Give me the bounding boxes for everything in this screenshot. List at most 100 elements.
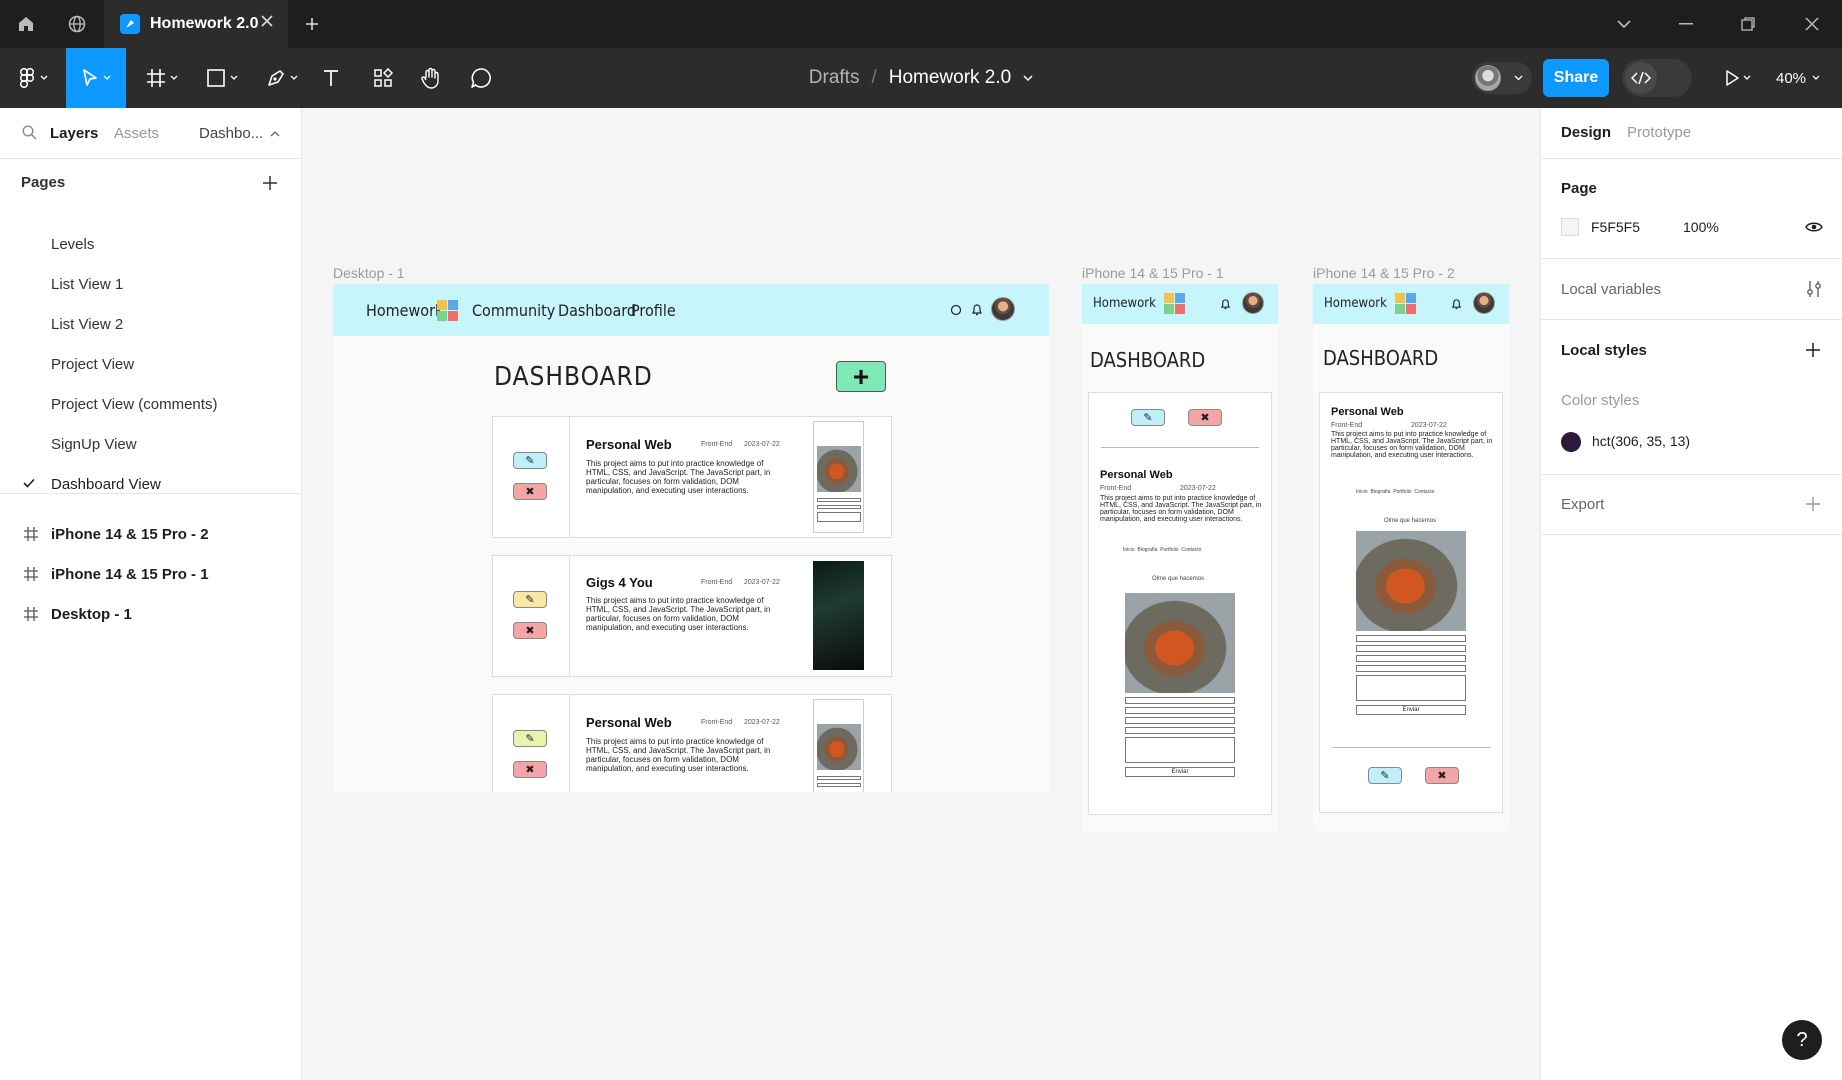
globe-icon[interactable] [53,0,101,48]
color-style-swatch[interactable] [1561,432,1581,452]
pages-title: Pages [21,174,66,191]
page-item-dashboard-view[interactable]: Dashboard View [0,464,301,504]
iphone-2-frame[interactable]: Homework DASHBOARD Personal Web Front-En… [1313,284,1509,831]
shape-tool-button[interactable] [198,48,246,108]
pen-tool-button[interactable] [258,48,306,108]
text-tool-button[interactable] [314,48,348,108]
tab-bar: Homework 2.0 [0,0,1842,48]
tab-layers[interactable]: Layers [50,108,98,158]
restore-icon[interactable] [1724,0,1772,48]
chevron-up-icon[interactable] [270,130,280,137]
close-window-icon[interactable] [1788,0,1836,48]
preview-nav: Inicio Biografía Portfolio Contacto [1123,547,1202,553]
puzzle-logo-icon [1395,293,1416,314]
frame-label-desktop[interactable]: Desktop - 1 [333,265,405,281]
card-actions: ✎ ✖ [493,695,570,792]
hand-tool-button[interactable] [414,48,448,108]
move-tool-button[interactable] [66,48,126,108]
desktop-frame[interactable]: Homework Community Dashboard Profile DAS… [333,284,1049,792]
card-category: Front-End [1331,422,1363,429]
page-opacity-value[interactable]: 100% [1683,219,1719,235]
layer-iphone-1[interactable]: iPhone 14 & 15 Pro - 1 [0,554,301,594]
comment-tool-button[interactable] [464,48,498,108]
components-icon [374,68,393,87]
add-page-icon[interactable] [262,175,278,191]
present-button[interactable] [1718,48,1758,108]
page-item-label: Project View (comments) [51,395,218,413]
main-menu-button[interactable] [12,48,54,108]
page-switcher[interactable]: Dashbo... [199,108,263,158]
eye-icon[interactable] [1805,221,1823,233]
page-item-list-view-1[interactable]: List View 1 [0,264,301,304]
tab-design[interactable]: Design [1561,124,1611,141]
text-icon [324,70,338,86]
card-date: 2023-07-22 [1180,485,1216,492]
file-tab[interactable]: Homework 2.0 [104,0,288,48]
chevron-down-icon[interactable] [1023,74,1033,82]
page-color-value[interactable]: F5F5F5 [1591,219,1640,235]
checkmark-icon [23,478,35,488]
bell-icon [1451,299,1462,310]
file-tab-label: Homework 2.0 [150,15,259,32]
page-item-levels[interactable]: Levels [0,224,301,264]
local-styles-title: Local styles [1561,342,1647,359]
layer-desktop-1[interactable]: Desktop - 1 [0,594,301,634]
add-export-icon[interactable] [1805,496,1821,512]
card-date: 2023-07-22 [1411,422,1447,429]
tab-assets[interactable]: Assets [114,108,159,158]
chevron-down-icon [1743,75,1751,80]
nav-brand: Homework [1324,296,1387,311]
page-color-swatch[interactable] [1561,218,1579,236]
close-tab-icon[interactable] [260,14,274,28]
project-card: Personal Web Front-End 2023-07-22 This p… [1319,392,1503,813]
card-actions: ✎ ✖ [493,417,570,537]
code-icon [1625,62,1657,94]
color-style-name[interactable]: hct(306, 35, 13) [1592,433,1690,449]
page-item-list-view-2[interactable]: List View 2 [0,304,301,344]
frame-tool-button[interactable] [138,48,186,108]
minimize-icon[interactable] [1662,0,1710,48]
add-project-button: + [836,361,886,392]
avatar [1473,292,1495,314]
file-name[interactable]: Homework 2.0 [889,67,1012,89]
resources-tool-button[interactable] [366,48,400,108]
zoom-menu[interactable]: 40% [1776,48,1820,108]
breadcrumb-drafts[interactable]: Drafts [809,67,860,89]
nav-dashboard: Dashboard [558,301,637,320]
nav-profile: Profile [631,301,676,320]
frame-label-iphone-2[interactable]: iPhone 14 & 15 Pro - 2 [1313,265,1455,281]
hand-icon [421,67,439,89]
frame-label-iphone-1[interactable]: iPhone 14 & 15 Pro - 1 [1082,265,1224,281]
new-tab-icon[interactable] [288,0,336,48]
home-icon[interactable] [2,0,50,48]
card-title: Personal Web [1331,406,1404,418]
sliders-icon[interactable] [1805,280,1823,298]
page-item-signup-view[interactable]: SignUp View [0,424,301,464]
page-item-label: Levels [51,235,95,253]
multiplayer-avatar-button[interactable] [1472,62,1532,94]
tab-prototype[interactable]: Prototype [1627,124,1691,141]
iphone-1-frame[interactable]: Homework DASHBOARD ✎ ✖ Personal Web Fron… [1082,284,1278,831]
help-button[interactable]: ? [1782,1020,1822,1060]
delete-icon: ✖ [513,761,547,778]
card-category: Front-End [701,719,733,726]
bell-icon [1220,299,1231,310]
page-item-project-view[interactable]: Project View [0,344,301,384]
edit-icon: ✎ [513,591,547,608]
page-item-project-view-comments[interactable]: Project View (comments) [0,384,301,424]
avatar [1242,292,1264,314]
canvas[interactable]: Desktop - 1 Homework Community Dashboard… [302,108,1540,1080]
share-button[interactable]: Share [1543,59,1609,97]
card-description: This project aims to put into practice k… [586,596,771,632]
card-description: This project aims to put into practice k… [586,459,771,495]
chevron-down-icon [1514,75,1523,81]
chat-icon [950,304,962,316]
add-style-icon[interactable] [1805,342,1821,358]
dev-mode-toggle[interactable] [1622,59,1692,97]
chevron-down-icon[interactable] [1600,0,1648,48]
dashboard-heading: DASHBOARD [494,362,653,392]
mobile-header: Homework [1313,284,1509,324]
layer-iphone-2[interactable]: iPhone 14 & 15 Pro - 2 [0,514,301,554]
rectangle-icon [207,69,225,87]
search-icon[interactable] [22,125,37,140]
